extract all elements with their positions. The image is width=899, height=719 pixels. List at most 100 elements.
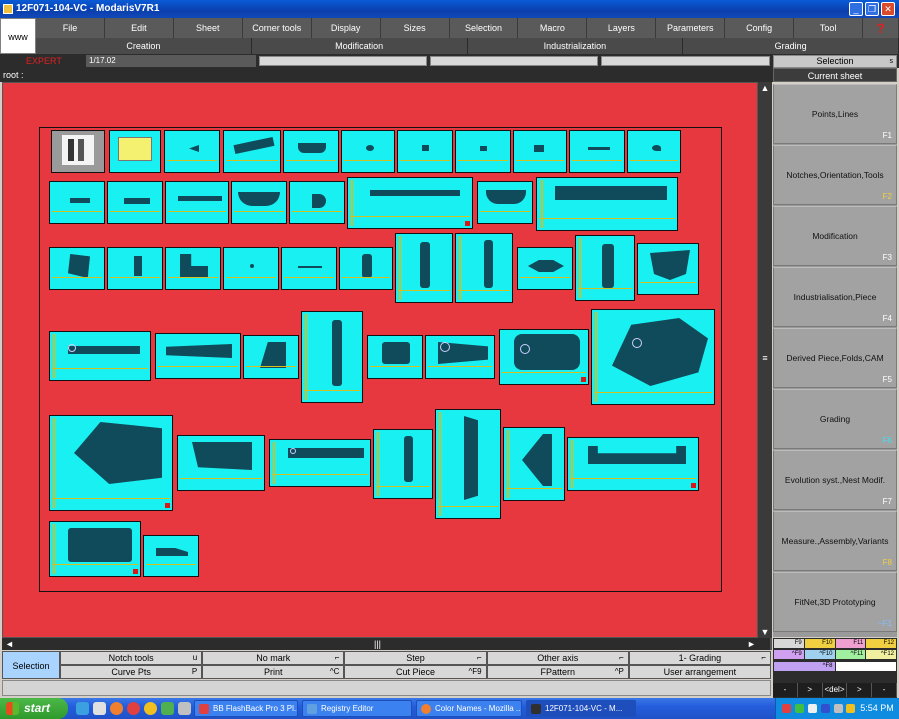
pattern-piece[interactable] [165,181,229,224]
pattern-piece[interactable] [517,247,573,290]
maximize-button[interactable]: ❐ [865,2,879,16]
menu-display[interactable]: Display [312,18,381,38]
pattern-piece[interactable] [49,331,151,381]
pattern-piece[interactable] [499,329,589,385]
pattern-piece[interactable] [289,181,345,224]
quicklaunch-more-icon[interactable] [178,702,191,715]
pattern-piece[interactable] [49,521,141,577]
pattern-piece[interactable] [567,437,699,491]
speaker-icon[interactable] [834,704,843,713]
menu-tool[interactable]: Tool [794,18,864,38]
pattern-piece[interactable] [223,130,281,173]
pattern-piece[interactable] [49,415,173,511]
menu-layers[interactable]: Layers [587,18,657,38]
mini-key-ctrl-f10[interactable]: ^F10 [804,650,835,659]
quicklaunch-messenger-icon[interactable] [144,702,157,715]
tray-icon-6[interactable] [846,704,855,713]
print-button[interactable]: Print ^C [202,665,345,679]
scroll-right-icon[interactable]: ► [747,638,756,650]
tray-icon-2[interactable] [795,704,804,713]
menu-edit[interactable]: Edit [105,18,174,38]
pattern-piece[interactable] [536,177,678,231]
pattern-piece[interactable] [591,309,715,405]
selection-mode-button[interactable]: Selection [2,651,60,679]
mini-key-ctrl-f8[interactable]: ^F8 [774,662,835,671]
cut-piece-button[interactable]: Cut Piece ^F9 [344,665,487,679]
step-button[interactable]: Step ⌐ [344,651,487,665]
submenu-grading[interactable]: Grading [683,38,899,54]
grading-level-button[interactable]: 1- Grading ⌐ [628,651,772,665]
pattern-piece[interactable] [455,130,511,173]
pattern-piece[interactable] [347,177,473,229]
no-mark-button[interactable]: No mark ⌐ [202,651,345,665]
tray-icon-1[interactable] [782,704,791,713]
nav-next[interactable]: > [798,683,823,697]
pattern-piece[interactable] [49,247,105,290]
pattern-piece[interactable] [223,247,279,290]
nav-minus[interactable]: - [773,683,798,697]
pattern-piece[interactable] [435,409,501,519]
pattern-canvas[interactable] [2,82,758,638]
pattern-piece[interactable] [49,181,105,224]
nav-del[interactable]: <del> [823,683,848,697]
pattern-piece[interactable] [367,335,423,379]
mini-key-f9[interactable]: F9 [774,639,804,648]
pattern-piece[interactable] [231,181,287,224]
quicklaunch-ie-icon[interactable] [76,702,89,715]
close-button[interactable]: ✕ [881,2,895,16]
quicklaunch-media-icon[interactable] [127,702,140,715]
pattern-piece[interactable] [339,247,393,290]
fkey-derived-piece[interactable]: Derived Piece,Folds,CAM F5 [773,328,897,388]
menu-macro[interactable]: Macro [518,18,588,38]
pattern-piece[interactable] [155,333,241,379]
scroll-grip-icon[interactable]: ≡ [758,352,772,364]
pattern-piece[interactable] [341,130,395,173]
notch-tools-button[interactable]: Notch tools u [60,651,203,665]
task-color-names[interactable]: Color Names - Mozilla ... [416,700,522,717]
curve-pts-button[interactable]: Curve Pts P [60,665,203,679]
tray-icon-3[interactable] [808,704,817,713]
pattern-piece[interactable] [107,181,163,224]
pattern-piece[interactable] [455,233,513,303]
menu-corner-tools[interactable]: Corner tools [243,18,312,38]
submenu-industrialization[interactable]: Industrialization [468,38,684,54]
fkey-industrialisation[interactable]: Industrialisation,Piece F4 [773,267,897,327]
menu-config[interactable]: Config [725,18,795,38]
scroll-up-icon[interactable]: ▲ [758,82,772,94]
menu-parameters[interactable]: Parameters [656,18,726,38]
nav-next-2[interactable]: > [847,683,873,697]
fkey-points-lines[interactable]: Points,Lines F1 [773,84,897,144]
pattern-piece[interactable] [177,435,265,491]
pattern-piece[interactable] [281,247,337,290]
pattern-piece[interactable] [627,130,681,173]
pattern-piece[interactable] [397,130,453,173]
pattern-piece[interactable] [395,233,453,303]
fkey-modification[interactable]: Modification F3 [773,206,897,266]
pattern-piece[interactable] [164,130,220,173]
other-axis-button[interactable]: Other axis ⌐ [486,651,629,665]
fkey-grading[interactable]: Grading F6 [773,389,897,449]
scroll-down-icon[interactable]: ▼ [758,626,772,638]
pattern-piece[interactable] [143,535,199,577]
www-button[interactable]: www [0,18,36,54]
submenu-modification[interactable]: Modification [252,38,468,54]
pattern-piece[interactable] [165,247,221,290]
fpattern-button[interactable]: FPattern ^P [486,665,629,679]
menu-selection[interactable]: Selection [450,18,519,38]
pattern-piece[interactable] [637,243,699,295]
mini-key-blank[interactable] [835,662,896,671]
fkey-fitnet[interactable]: FitNet,3D Prototyping ~F1 [773,572,897,632]
quicklaunch-app-icon[interactable] [161,702,174,715]
mini-key-f11[interactable]: F11 [835,639,866,648]
pattern-piece[interactable] [569,130,625,173]
mini-key-ctrl-f12[interactable]: ^F12 [866,650,896,659]
pattern-piece[interactable] [575,235,635,301]
horizontal-scrollbar[interactable]: ◄ ||| ► [2,638,770,650]
mini-key-f10[interactable]: F10 [804,639,835,648]
pattern-piece[interactable] [283,130,339,173]
fkey-notches[interactable]: Notches,Orientation,Tools F2 [773,145,897,205]
pattern-piece[interactable] [107,247,163,290]
scroll-grip-h-icon[interactable]: ||| [374,638,381,650]
pattern-piece[interactable] [425,335,495,379]
pattern-piece[interactable] [477,181,533,224]
